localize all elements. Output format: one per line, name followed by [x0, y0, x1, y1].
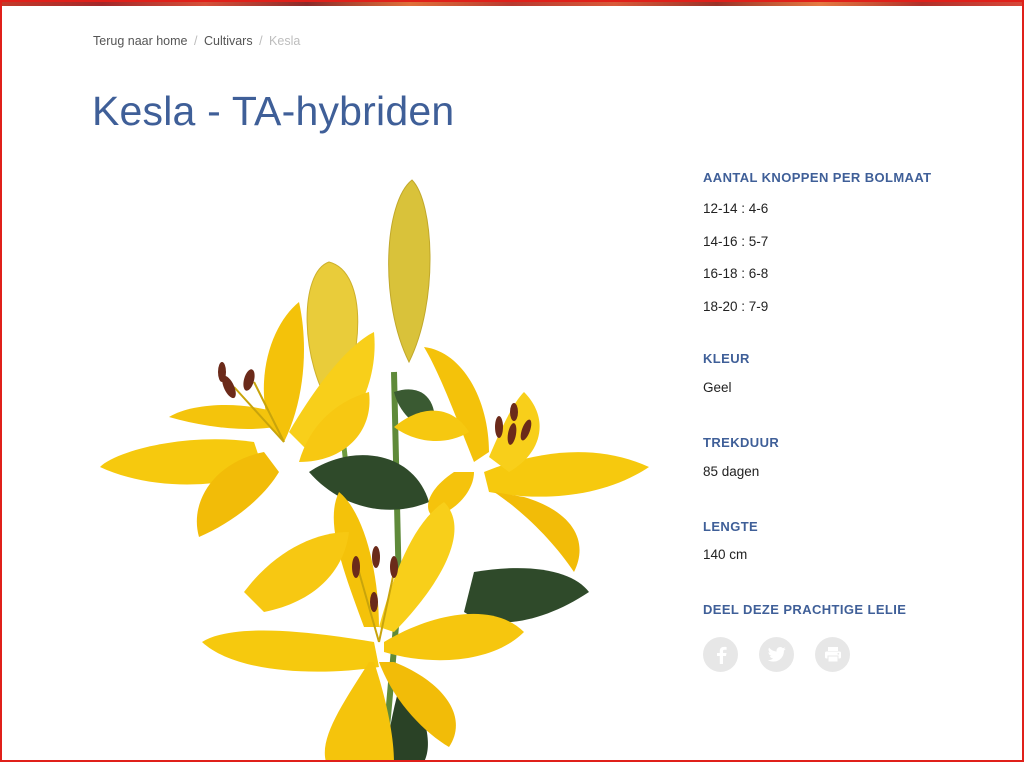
share-heading: DEEL DEZE PRACHTIGE LELIE: [703, 602, 907, 617]
buds-per-bulb-size-section: AANTAL KNOPPEN PER BOLMAAT 12-14 : 4-6 1…: [703, 170, 1003, 329]
breadcrumb-home-link[interactable]: Terug naar home: [93, 34, 188, 48]
facebook-share-button[interactable]: [703, 637, 738, 672]
lily-product-image: [100, 179, 649, 762]
buds-size-row: 12-14 : 4-6: [703, 201, 769, 216]
facebook-icon: [716, 646, 727, 664]
color-value: Geel: [703, 380, 732, 395]
twitter-icon: [767, 647, 786, 662]
print-icon: [824, 647, 841, 663]
buds-size-row: 18-20 : 7-9: [703, 298, 769, 314]
color-heading: KLEUR: [703, 351, 750, 366]
cultivar-specs: AANTAL KNOPPEN PER BOLMAAT 12-14 : 4-6 1…: [703, 170, 1003, 672]
buds-size-row: 14-16 : 5-7: [703, 233, 769, 249]
length-value: 140 cm: [703, 547, 748, 562]
header-image-strip: [0, 0, 1024, 6]
breadcrumb-separator: /: [194, 34, 198, 48]
breadcrumb: Terug naar home / Cultivars / Kesla: [93, 34, 300, 48]
forcing-time-value: 85 dagen: [703, 464, 760, 479]
forcing-time-heading: TREKDUUR: [703, 435, 780, 450]
buds-heading: AANTAL KNOPPEN PER BOLMAAT: [703, 170, 932, 185]
twitter-share-button[interactable]: [759, 637, 794, 672]
breadcrumb-cultivars-link[interactable]: Cultivars: [204, 34, 253, 48]
page-title: Kesla - TA-hybriden: [92, 88, 455, 134]
breadcrumb-current: Kesla: [269, 34, 301, 48]
buds-size-row: 16-18 : 6-8: [703, 266, 769, 281]
share-buttons: [703, 637, 1003, 672]
length-heading: LENGTE: [703, 519, 759, 534]
print-button[interactable]: [815, 637, 850, 672]
breadcrumb-separator: /: [259, 34, 263, 48]
